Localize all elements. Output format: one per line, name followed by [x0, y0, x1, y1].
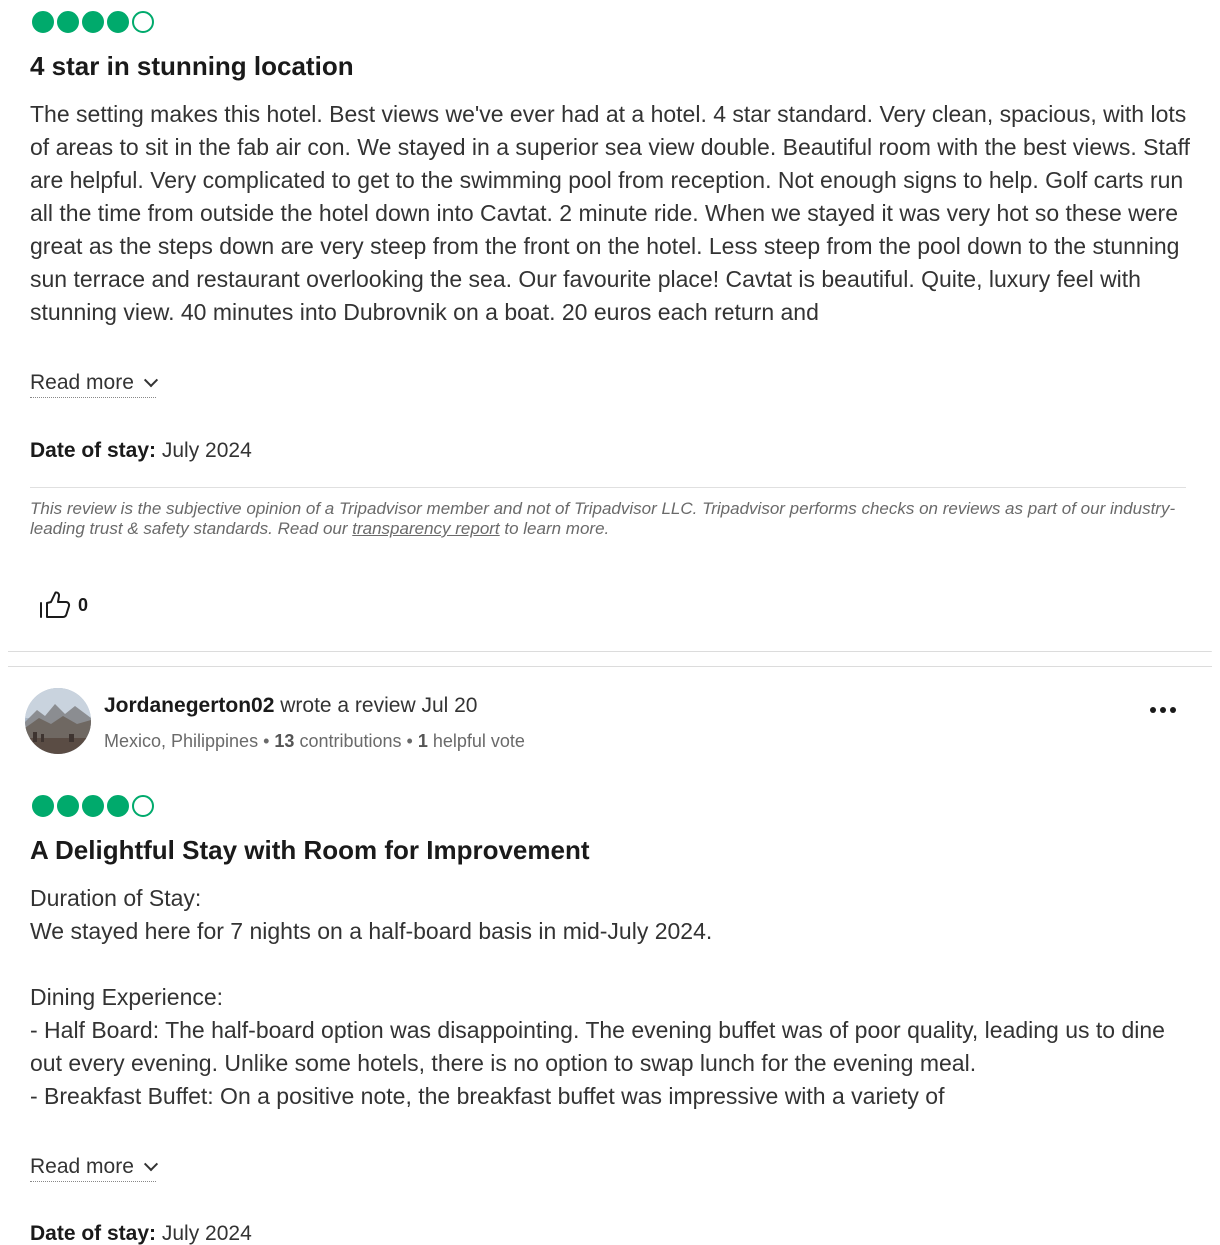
meta-separator: •	[406, 731, 418, 751]
date-of-stay-label: Date of stay:	[30, 439, 157, 462]
read-more-label: Read more	[30, 1155, 134, 1178]
avatar[interactable]	[25, 688, 91, 754]
review-body: The setting makes this hotel. Best views…	[30, 101, 1190, 325]
rating-bubbles	[32, 11, 154, 33]
contributions-label: contributions	[299, 731, 402, 751]
helpful-votes-label: helpful vote	[432, 731, 525, 751]
thumbs-up-icon	[40, 591, 71, 618]
date-of-stay-label: Date of stay:	[30, 1222, 157, 1245]
helpful-count: 0	[78, 594, 89, 615]
rating-bubble-filled	[107, 11, 129, 33]
reviews-page: 4 star in stunning location The setting …	[0, 0, 1220, 1245]
rating-bubble-filled	[82, 11, 104, 33]
date-of-stay: Date of stay: July 2024	[30, 1222, 252, 1245]
rating-bubble-empty	[132, 11, 154, 33]
review-title[interactable]: 4 star in stunning location	[30, 49, 354, 83]
card-divider	[8, 651, 1212, 652]
review-title[interactable]: A Delightful Stay with Room for Improvem…	[30, 833, 590, 867]
avatar-image	[25, 688, 91, 754]
author-location: Mexico, Philippines	[104, 731, 259, 751]
disclaimer-text-end: to learn more.	[499, 519, 610, 538]
rating-bubbles	[32, 795, 154, 817]
rating-bubble-filled	[82, 795, 104, 817]
review-body: Duration of Stay: We stayed here for 7 n…	[30, 885, 1165, 1109]
rating-bubble-filled	[32, 795, 54, 817]
wrote-review-date: wrote a review Jul 20	[280, 694, 478, 717]
review-disclaimer: This review is the subjective opinion of…	[30, 499, 1190, 539]
rating-bubble-filled	[57, 11, 79, 33]
helpful-vote-button[interactable]: 0	[38, 591, 88, 619]
divider	[30, 487, 1186, 488]
rating-bubble-filled	[57, 795, 79, 817]
card-divider	[8, 666, 1212, 667]
review-author-line: Jordanegerton02 wrote a review Jul 20	[104, 694, 478, 718]
more-options-button[interactable]	[1150, 707, 1176, 713]
rating-bubble-filled	[32, 11, 54, 33]
contributions-count: 13	[274, 731, 295, 751]
date-of-stay-value: July 2024	[161, 439, 252, 462]
read-more-button[interactable]: Read more	[30, 1155, 158, 1182]
more-dots-icon	[1150, 707, 1156, 713]
date-of-stay: Date of stay: July 2024	[30, 439, 252, 463]
rating-bubble-filled	[107, 795, 129, 817]
read-more-label: Read more	[30, 371, 134, 394]
meta-separator: •	[263, 731, 275, 751]
chevron-down-icon	[143, 1157, 158, 1172]
more-dots-icon	[1160, 707, 1166, 713]
chevron-down-icon	[143, 373, 158, 388]
helpful-votes-count: 1	[417, 731, 428, 751]
author-meta: Mexico, Philippines • 13 contributions •…	[104, 731, 525, 752]
date-of-stay-value: July 2024	[161, 1222, 252, 1245]
read-more-button[interactable]: Read more	[30, 371, 158, 398]
author-name[interactable]: Jordanegerton02	[104, 694, 274, 717]
transparency-report-link[interactable]: transparency report	[352, 519, 499, 538]
more-dots-icon	[1170, 707, 1176, 713]
rating-bubble-empty	[132, 795, 154, 817]
